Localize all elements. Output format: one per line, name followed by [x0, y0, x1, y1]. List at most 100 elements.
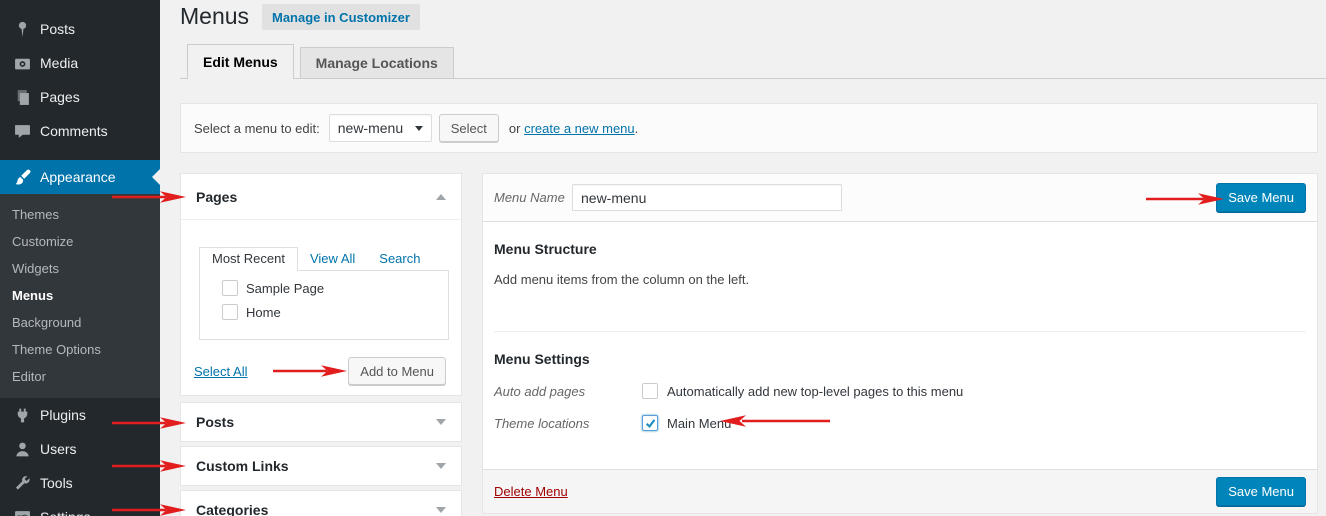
- custom-links-accordion-header[interactable]: Custom Links: [181, 447, 461, 485]
- menu-editor-body: Menu Structure Add menu items from the c…: [483, 241, 1317, 431]
- menu-structure-title: Menu Structure: [494, 241, 1306, 257]
- categories-accordion: Categories: [180, 490, 462, 516]
- sidebar-item-tools[interactable]: Tools: [0, 466, 160, 500]
- sidebar-item-label: Media: [40, 55, 78, 71]
- checkbox-label: Home: [246, 305, 281, 320]
- sidebar-item-pages[interactable]: Pages: [0, 80, 160, 114]
- page-checkbox-row-sample-page[interactable]: Sample Page: [214, 280, 434, 296]
- period-text: .: [635, 121, 639, 136]
- menu-select-value: new-menu: [338, 120, 403, 136]
- auto-add-pages-row: Auto add pages Automatically add new top…: [494, 383, 1306, 399]
- sidebar-item-label: Plugins: [40, 407, 86, 423]
- submenu-item-themes[interactable]: Themes: [0, 201, 160, 228]
- or-text: or: [509, 121, 521, 136]
- custom-links-accordion: Custom Links: [180, 446, 462, 486]
- menu-editor-panel: Menu Name Save Menu Menu Structure Add m…: [482, 173, 1318, 514]
- menu-editor-footer: Delete Menu Save Menu: [483, 469, 1317, 513]
- sidebar-separator: [0, 148, 160, 160]
- sidebar-item-plugins[interactable]: Plugins: [0, 398, 160, 432]
- menu-structure-description: Add menu items from the column on the le…: [494, 272, 1306, 287]
- paintbrush-icon: [12, 167, 32, 187]
- camera-icon: [12, 53, 32, 73]
- auto-add-pages-label: Auto add pages: [494, 384, 642, 399]
- pages-filter-tabs: Most Recent View All Search: [199, 247, 461, 270]
- sidebar-item-appearance[interactable]: Appearance: [0, 160, 160, 194]
- sidebar-item-label: Appearance: [40, 169, 116, 185]
- tab-manage-locations[interactable]: Manage Locations: [300, 47, 454, 78]
- save-menu-button-bottom[interactable]: Save Menu: [1216, 477, 1306, 506]
- sidebar-item-label: Comments: [40, 123, 108, 139]
- menu-name-input[interactable]: [572, 184, 842, 211]
- submenu-item-customize[interactable]: Customize: [0, 228, 160, 255]
- appearance-submenu: Themes Customize Widgets Menus Backgroun…: [0, 194, 160, 398]
- submenu-item-theme-options[interactable]: Theme Options: [0, 336, 160, 363]
- pages-accordion-header[interactable]: Pages: [181, 174, 461, 220]
- expand-down-icon[interactable]: [436, 419, 446, 425]
- posts-accordion-header[interactable]: Posts: [181, 403, 461, 441]
- plug-icon: [12, 405, 32, 425]
- theme-locations-label: Theme locations: [494, 416, 642, 431]
- main-menu-checkbox[interactable]: [642, 415, 658, 431]
- posts-accordion-title: Posts: [196, 414, 436, 430]
- wrench-icon: [12, 473, 32, 493]
- sidebar-item-users[interactable]: Users: [0, 432, 160, 466]
- sidebar-item-media[interactable]: Media: [0, 46, 160, 80]
- expand-down-icon[interactable]: [436, 507, 446, 513]
- categories-accordion-title: Categories: [196, 502, 436, 516]
- tab-view-all[interactable]: View All: [298, 248, 367, 270]
- add-to-menu-button[interactable]: Add to Menu: [348, 357, 446, 385]
- collapse-up-icon[interactable]: [436, 194, 446, 200]
- save-menu-button-top[interactable]: Save Menu: [1216, 183, 1306, 212]
- sidebar-item-label: Pages: [40, 89, 80, 105]
- settings-icon: [12, 507, 32, 516]
- theme-locations-row: Theme locations Main Menu: [494, 415, 1306, 431]
- tab-edit-menus[interactable]: Edit Menus: [187, 44, 294, 79]
- auto-add-pages-checkbox[interactable]: [642, 383, 658, 399]
- chevron-down-icon: [415, 126, 423, 131]
- sidebar-item-label: Settings: [40, 509, 91, 516]
- menu-name-label: Menu Name: [494, 190, 572, 205]
- wordpress-admin-menus-page: Posts Media Pages Comments Appearance: [0, 0, 1326, 516]
- tab-most-recent[interactable]: Most Recent: [199, 247, 298, 271]
- pushpin-icon: [12, 19, 32, 39]
- home-checkbox[interactable]: [222, 304, 238, 320]
- sidebar-item-label: Posts: [40, 21, 75, 37]
- pages-accordion: Pages Most Recent View All Search Sample…: [180, 173, 462, 396]
- delete-menu-link[interactable]: Delete Menu: [494, 484, 568, 499]
- sidebar-item-label: Users: [40, 441, 77, 457]
- sidebar-item-comments[interactable]: Comments: [0, 114, 160, 148]
- submenu-item-background[interactable]: Background: [0, 309, 160, 336]
- submenu-item-widgets[interactable]: Widgets: [0, 255, 160, 282]
- auto-add-pages-text: Automatically add new top-level pages to…: [667, 384, 963, 399]
- categories-accordion-header[interactable]: Categories: [181, 491, 461, 516]
- sidebar-item-label: Tools: [40, 475, 73, 491]
- or-create-text: or create a new menu.: [509, 121, 638, 136]
- menu-select-dropdown[interactable]: new-menu: [329, 114, 432, 142]
- create-new-menu-link[interactable]: create a new menu: [524, 121, 635, 136]
- checkbox-label: Sample Page: [246, 281, 324, 296]
- page-title: Menus: [180, 1, 249, 31]
- pages-icon: [12, 87, 32, 107]
- nav-tab-strip: Edit Menus Manage Locations: [180, 43, 1326, 79]
- select-all-link[interactable]: Select All: [194, 364, 247, 379]
- expand-down-icon[interactable]: [436, 463, 446, 469]
- manage-in-customizer-button[interactable]: Manage in Customizer: [262, 4, 420, 30]
- speech-bubble-icon: [12, 121, 32, 141]
- pages-actions-row: Select All Add to Menu: [194, 357, 446, 385]
- tab-search[interactable]: Search: [367, 248, 432, 270]
- sidebar-item-settings[interactable]: Settings: [0, 500, 160, 516]
- sample-page-checkbox[interactable]: [222, 280, 238, 296]
- sidebar-item-posts[interactable]: Posts: [0, 12, 160, 46]
- submenu-item-editor[interactable]: Editor: [0, 363, 160, 390]
- section-divider: [494, 331, 1306, 332]
- menu-settings-title: Menu Settings: [494, 351, 1306, 367]
- select-button[interactable]: Select: [439, 114, 499, 142]
- posts-accordion: Posts: [180, 402, 462, 442]
- pages-accordion-title: Pages: [196, 189, 436, 205]
- menu-name-bar: Menu Name Save Menu: [483, 174, 1317, 222]
- admin-sidebar: Posts Media Pages Comments Appearance: [0, 0, 160, 516]
- page-checkbox-row-home[interactable]: Home: [214, 304, 434, 320]
- pages-checklist-panel: Sample Page Home: [199, 270, 449, 340]
- main-menu-text: Main Menu: [667, 416, 731, 431]
- submenu-item-menus[interactable]: Menus: [0, 282, 160, 309]
